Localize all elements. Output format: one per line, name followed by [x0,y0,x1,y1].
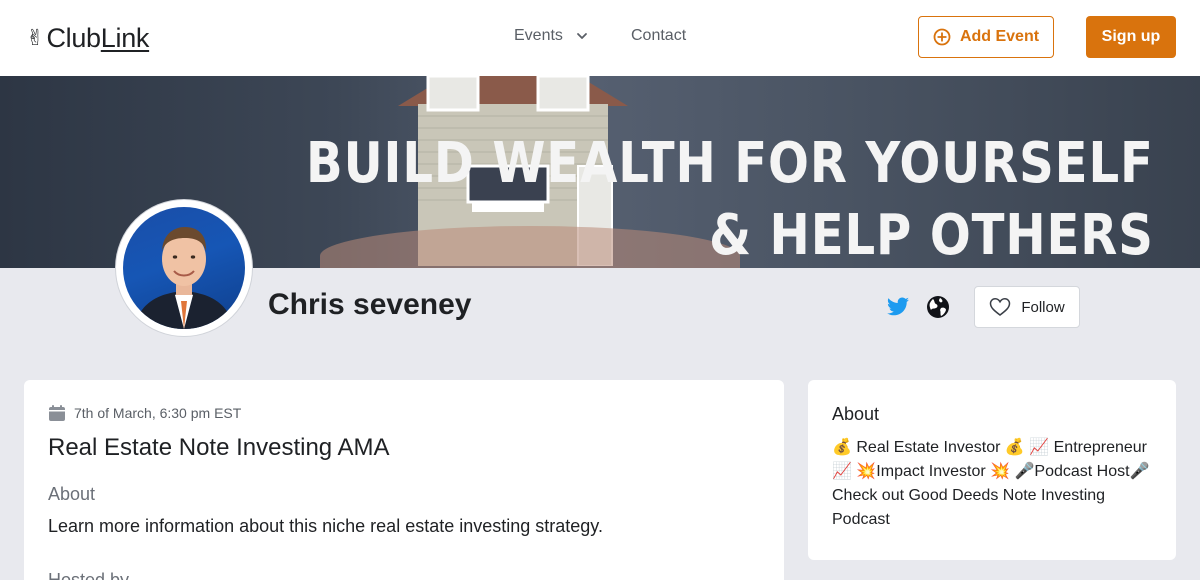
event-date: 7th of March, 6:30 pm EST [48,404,241,422]
event-about-label: About [48,484,96,504]
event-date-text: 7th of March, 6:30 pm EST [74,405,242,421]
nav-contact-link[interactable]: Contact [631,27,686,45]
banner-headline: Build wealth for yourself & help others [306,128,1154,268]
top-header: ✌ Club Link Events Contact Add Event Sig… [0,0,1200,76]
about-card: About 💰 Real Estate Investor 💰 📈 Entrepr… [808,380,1176,560]
profile-avatar [116,200,252,336]
chevron-down-icon [577,33,587,39]
banner-line-1: Build wealth for yourself [306,131,1154,196]
event-card[interactable]: 7th of March, 6:30 pm EST Real Estate No… [24,380,784,580]
add-event-label: Add Event [959,28,1040,45]
nav-events-label: Events [514,27,563,44]
sign-up-button[interactable]: Sign up [1086,16,1176,58]
calendar-icon [49,405,65,421]
about-card-title: About [832,404,880,424]
event-title[interactable]: Real Estate Note Investing AMA [48,434,390,462]
clublink-logo[interactable]: ✌ Club Link [26,22,149,54]
follow-button[interactable]: Follow [974,286,1080,328]
about-card-text: 💰 Real Estate Investor 💰 📈 Entrepreneur … [832,439,1150,528]
plus-circle-icon [933,28,951,46]
profile-name: Chris seveney [268,288,472,321]
victory-hand-icon: ✌ [26,25,45,50]
nav-events-dropdown[interactable]: Events [514,27,589,45]
person-portrait-image [133,227,235,329]
event-about-text: Learn more information about this niche … [48,516,603,536]
event-hosted-by-label: Hosted by [48,570,130,580]
heart-icon [990,298,1011,316]
add-event-button[interactable]: Add Event [918,16,1054,58]
globe-icon[interactable] [926,295,950,319]
twitter-icon[interactable] [886,295,910,319]
banner-line-2: & help others [709,203,1154,268]
logo-text-link: Link [100,22,150,53]
follow-label: Follow [1021,298,1065,316]
logo-text-club: Club [46,22,101,53]
